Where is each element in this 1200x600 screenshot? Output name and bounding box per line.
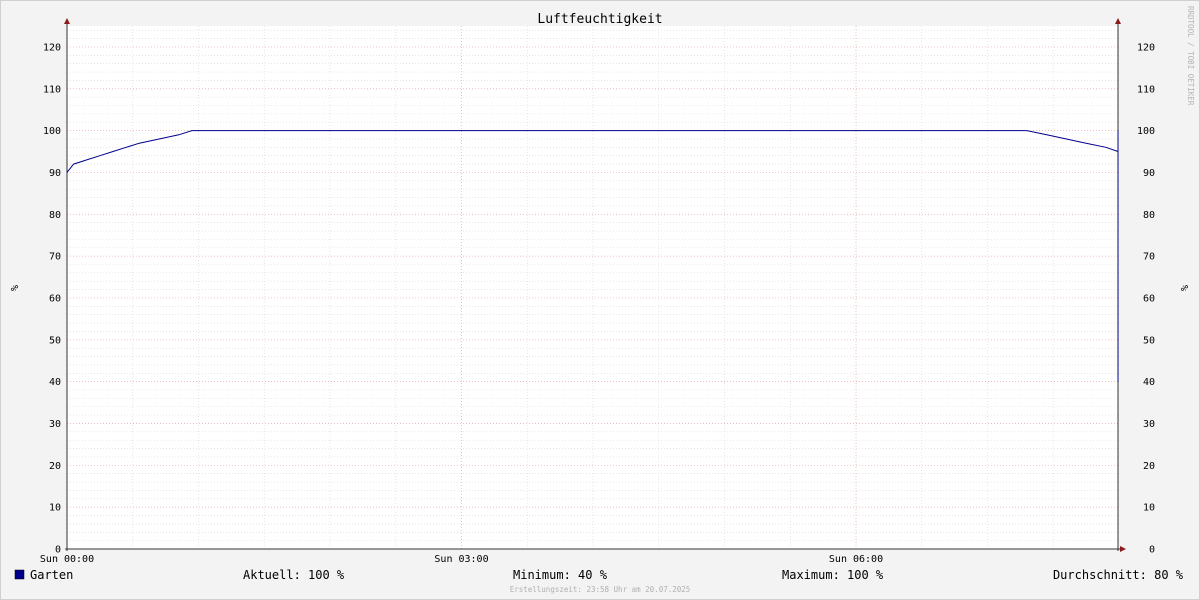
y-tick-label-left: 110 xyxy=(43,84,61,95)
y-tick-label-right: 50 xyxy=(1143,335,1155,346)
rrdtool-watermark: RRDTOOL / TOBI OETIKER xyxy=(1186,6,1195,106)
y-tick-label-right: 10 xyxy=(1143,503,1155,514)
y-tick-label-right: 40 xyxy=(1143,377,1155,388)
y-tick-label-right: 110 xyxy=(1137,84,1155,95)
plot-area xyxy=(67,26,1118,549)
y-tick-label-left: 120 xyxy=(43,42,61,53)
y-axis-label-left: % xyxy=(8,285,19,291)
legend-minimum: Minimum: 40 % xyxy=(513,568,608,582)
y-tick-label-right: 30 xyxy=(1143,419,1155,430)
y-tick-label-right: 70 xyxy=(1143,252,1155,263)
y-tick-label-left: 70 xyxy=(49,252,61,263)
y-tick-label-left: 20 xyxy=(49,461,61,472)
x-tick-label: Sun 00:00 xyxy=(40,554,94,565)
y-tick-label-right: 100 xyxy=(1137,126,1155,137)
y-tick-label-left: 80 xyxy=(49,210,61,221)
y-tick-label-right: 60 xyxy=(1143,293,1155,304)
y-tick-label-right: 0 xyxy=(1149,545,1155,556)
y-tick-label-left: 100 xyxy=(43,126,61,137)
y-tick-label-left: 40 xyxy=(49,377,61,388)
y-tick-label-left: 50 xyxy=(49,335,61,346)
y-axis-label-right: % xyxy=(1178,285,1189,291)
y-tick-label-left: 90 xyxy=(49,168,61,179)
creation-timestamp: Erstellungszeit: 23:58 Uhr am 20.07.2025 xyxy=(510,585,691,594)
y-tick-label-left: 10 xyxy=(49,503,61,514)
y-tick-label-left: 30 xyxy=(49,419,61,430)
legend-series-name: Garten xyxy=(30,568,73,582)
y-tick-label-right: 20 xyxy=(1143,461,1155,472)
y-tick-label-right: 90 xyxy=(1143,168,1155,179)
legend-maximum: Maximum: 100 % xyxy=(782,568,884,582)
y-tick-label-right: 120 xyxy=(1137,42,1155,53)
rrd-graph: 0 10 20 30 40 50 60 70 80 90 100 110 120 0 10 20 30 40 50… xyxy=(0,0,1200,600)
x-tick-label: Sun 06:00 xyxy=(829,554,883,565)
legend-average: Durchschnitt: 80 % xyxy=(1053,568,1184,582)
chart-title: Luftfeuchtigkeit xyxy=(537,12,662,27)
y-tick-label-left: 60 xyxy=(49,293,61,304)
legend-current: Aktuell: 100 % xyxy=(243,568,345,582)
humidity-chart: 0102030405060708090100110120 01020304050… xyxy=(0,0,1200,600)
y-tick-label-right: 80 xyxy=(1143,210,1155,221)
legend-swatch-garten xyxy=(14,569,25,580)
x-tick-label: Sun 03:00 xyxy=(434,554,488,565)
